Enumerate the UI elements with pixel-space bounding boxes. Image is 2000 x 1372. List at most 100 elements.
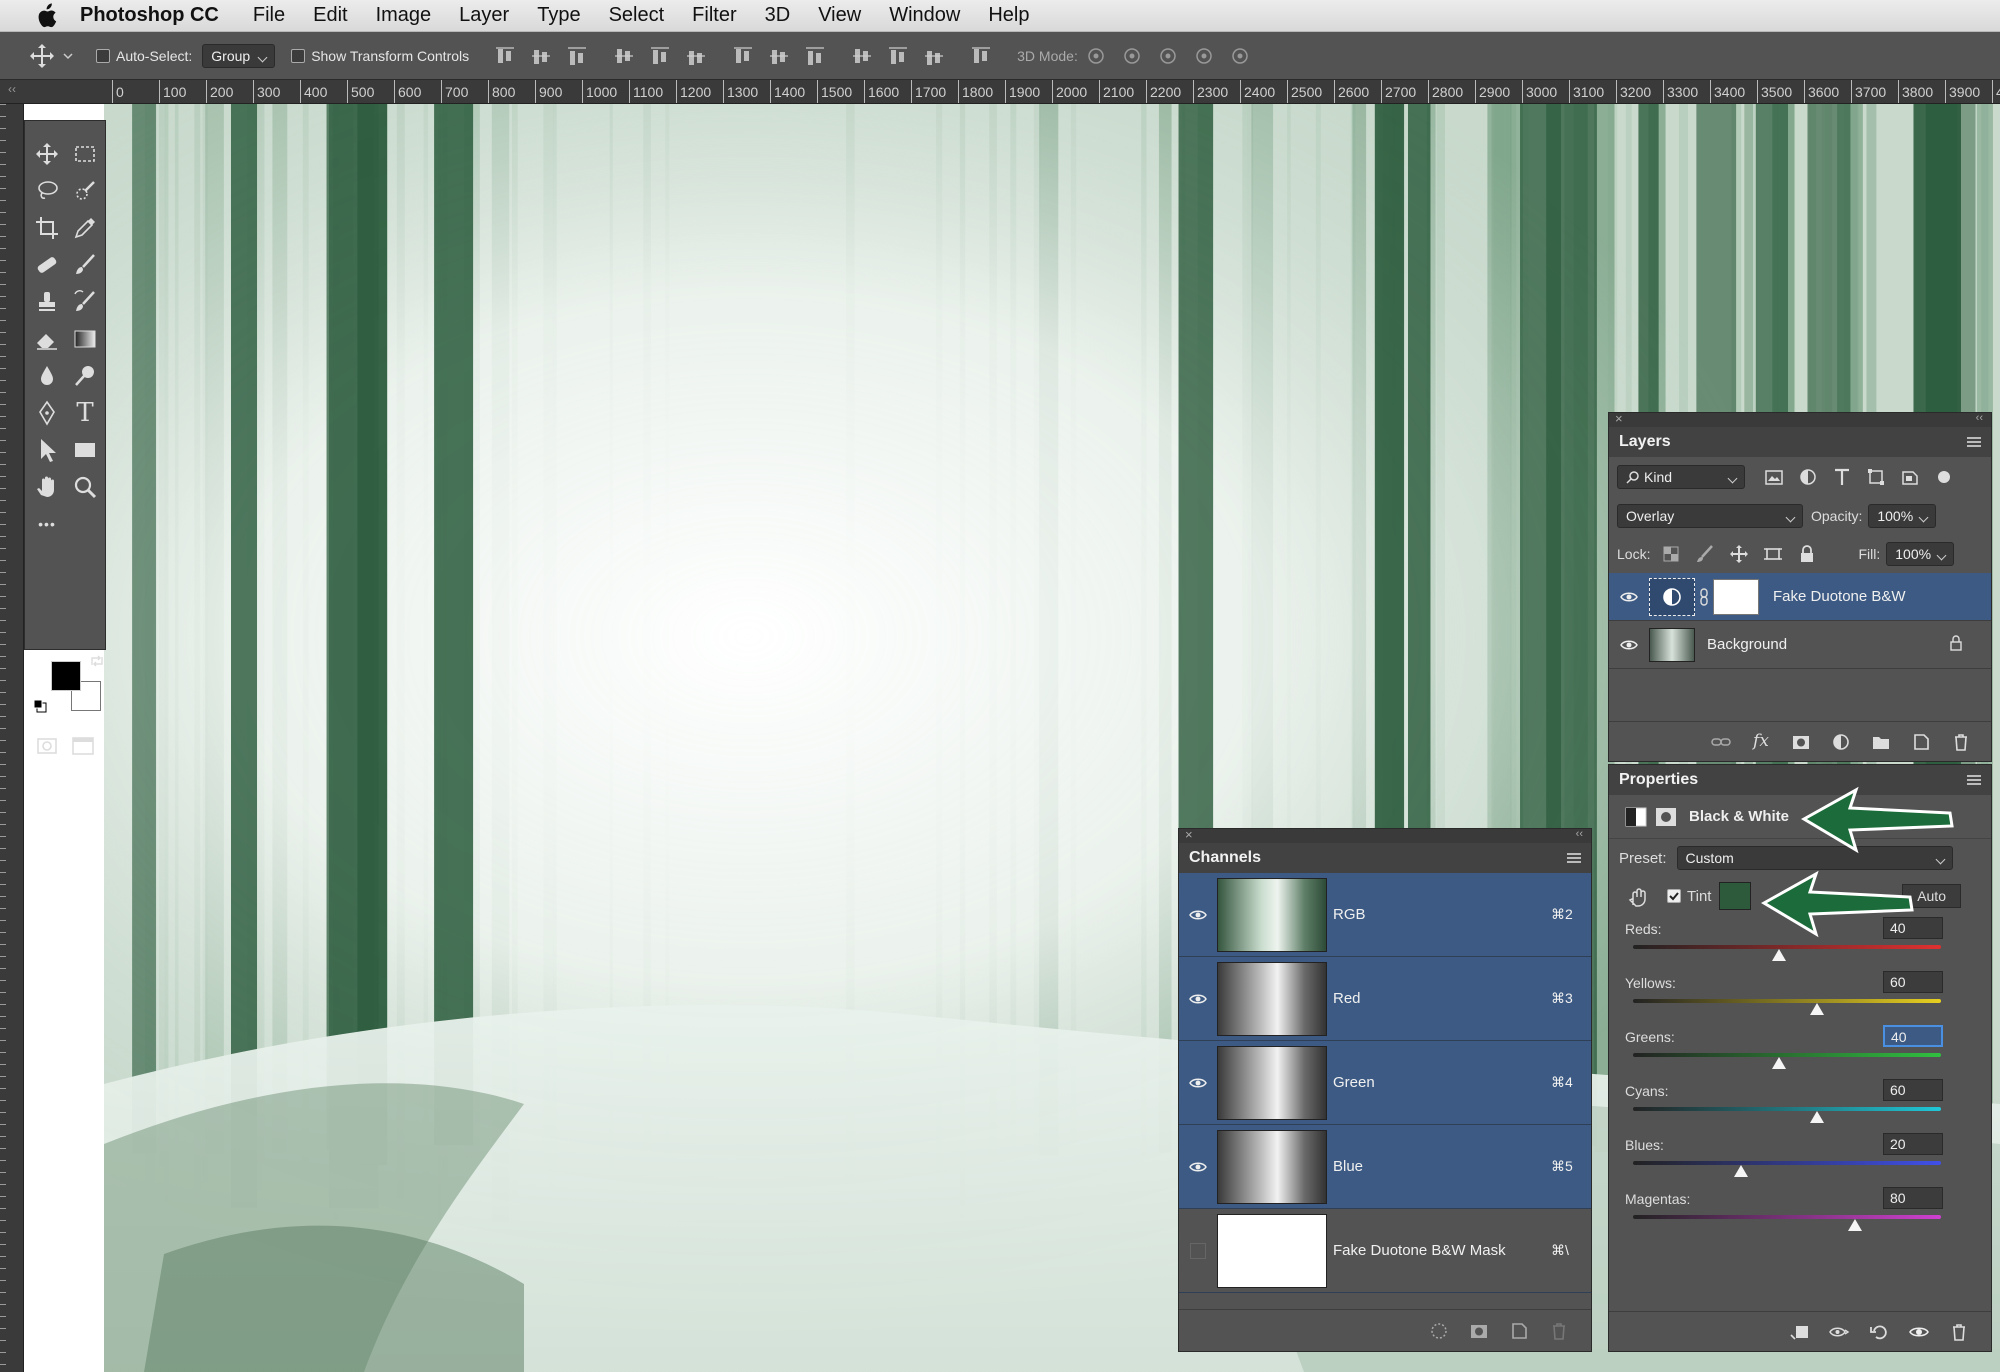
align-bottom-icon[interactable] xyxy=(566,45,588,67)
show-transform-checkbox[interactable] xyxy=(291,48,306,63)
lock-paint-icon[interactable] xyxy=(1694,543,1716,565)
visibility-eye-icon[interactable] xyxy=(1179,1161,1217,1173)
lasso-icon[interactable] xyxy=(29,174,65,208)
default-colors-icon[interactable] xyxy=(33,699,47,713)
slider-track[interactable] xyxy=(1633,999,1941,1003)
move-icon[interactable] xyxy=(29,137,65,171)
panel-menu-icon[interactable] xyxy=(1967,437,1981,447)
layer-row-fake-duotone[interactable]: Fake Duotone B&W xyxy=(1609,573,1991,621)
slider-thumb[interactable] xyxy=(1848,1219,1863,1231)
rectangle-icon[interactable] xyxy=(67,433,103,467)
slide-3d-icon[interactable] xyxy=(1193,45,1215,67)
slider-track[interactable] xyxy=(1633,945,1941,949)
scale-3d-icon[interactable] xyxy=(1229,45,1251,67)
distribute-left-icon[interactable] xyxy=(851,45,873,67)
visibility-eye-icon[interactable] xyxy=(1609,639,1649,651)
trash-icon[interactable] xyxy=(1950,731,1972,753)
filter-smart-object-icon[interactable] xyxy=(1899,466,1921,488)
menu-type[interactable]: Type xyxy=(523,4,594,27)
properties-tab[interactable]: Properties xyxy=(1619,771,1698,789)
visibility-box[interactable] xyxy=(1190,1242,1206,1259)
gradient-icon[interactable] xyxy=(67,322,103,356)
targeted-adjustment-icon[interactable] xyxy=(1625,884,1649,908)
align-hcenter-icon[interactable] xyxy=(649,45,671,67)
blend-mode-dropdown[interactable]: Overlay xyxy=(1617,504,1803,528)
trash-icon[interactable] xyxy=(1948,1321,1970,1343)
fill-field[interactable]: 100% xyxy=(1886,542,1955,566)
channel-row[interactable]: Blue ⌘5 xyxy=(1179,1125,1591,1209)
crop-icon[interactable] xyxy=(29,211,65,245)
channel-row[interactable]: Green ⌘4 xyxy=(1179,1041,1591,1125)
slider-track[interactable] xyxy=(1633,1053,1941,1057)
toggle-visibility-icon[interactable] xyxy=(1908,1321,1930,1343)
align-left-icon[interactable] xyxy=(613,45,635,67)
slider-value-field[interactable]: 60 xyxy=(1883,1079,1943,1101)
slider-thumb[interactable] xyxy=(1771,949,1786,961)
filter-toggle-icon[interactable] xyxy=(1933,466,1955,488)
app-name[interactable]: Photoshop CC xyxy=(74,4,239,27)
view-previous-icon[interactable] xyxy=(1828,1321,1850,1343)
layer-name[interactable]: Fake Duotone B&W xyxy=(1773,588,1906,605)
lock-position-icon[interactable] xyxy=(1728,543,1750,565)
distribute-hcenter-icon[interactable] xyxy=(887,45,909,67)
auto-align-icon[interactable] xyxy=(970,45,992,67)
visibility-eye-icon[interactable] xyxy=(1179,1077,1217,1089)
opacity-field[interactable]: 100% xyxy=(1868,504,1937,528)
stamp-icon[interactable] xyxy=(29,285,65,319)
filter-kind-dropdown[interactable]: Kind xyxy=(1617,465,1745,489)
visibility-eye-icon[interactable] xyxy=(1179,993,1217,1005)
brush-icon[interactable] xyxy=(67,248,103,282)
visibility-eye-icon[interactable] xyxy=(1179,1242,1217,1259)
slider-track[interactable] xyxy=(1633,1107,1941,1111)
save-selection-icon[interactable] xyxy=(1468,1320,1490,1342)
slider-value-field[interactable]: 80 xyxy=(1883,1187,1943,1209)
clip-to-layer-icon[interactable] xyxy=(1788,1321,1810,1343)
lock-all-icon[interactable] xyxy=(1796,543,1818,565)
eraser-icon[interactable] xyxy=(29,322,65,356)
channels-tab[interactable]: Channels xyxy=(1189,849,1261,867)
close-icon[interactable]: × xyxy=(1185,827,1193,842)
trash-icon[interactable] xyxy=(1548,1320,1570,1342)
menu-edit[interactable]: Edit xyxy=(299,4,361,27)
visibility-eye-icon[interactable] xyxy=(1609,591,1649,603)
filter-pixel-icon[interactable] xyxy=(1763,466,1785,488)
pen-icon[interactable] xyxy=(29,396,65,430)
swap-colors-icon[interactable] xyxy=(89,653,105,669)
blur-icon[interactable] xyxy=(29,359,65,393)
auto-select-dropdown[interactable]: Group xyxy=(202,43,276,68)
tint-color-swatch[interactable] xyxy=(1719,882,1752,910)
slider-thumb[interactable] xyxy=(1733,1165,1748,1177)
quick-select-icon[interactable] xyxy=(67,174,103,208)
dodge-icon[interactable] xyxy=(67,359,103,393)
new-channel-icon[interactable] xyxy=(1508,1320,1530,1342)
marquee-icon[interactable] xyxy=(67,137,103,171)
channel-row[interactable]: Fake Duotone B&W Mask ⌘\ xyxy=(1179,1209,1591,1293)
mask-icon[interactable] xyxy=(1655,807,1677,827)
reset-icon[interactable] xyxy=(1868,1321,1890,1343)
tint-checkbox[interactable] xyxy=(1667,889,1681,903)
menu-view[interactable]: View xyxy=(804,4,875,27)
layer-row-background[interactable]: Background xyxy=(1609,621,1991,669)
fx-icon[interactable]: fx xyxy=(1750,731,1772,753)
slider-value-field[interactable]: 20 xyxy=(1883,1133,1943,1155)
menu-layer[interactable]: Layer xyxy=(445,4,523,27)
layer-mask-thumbnail[interactable] xyxy=(1713,578,1759,615)
layer-name[interactable]: Background xyxy=(1707,636,1787,653)
menu-help[interactable]: Help xyxy=(974,4,1043,27)
panel-menu-icon[interactable] xyxy=(1567,853,1581,863)
menu-filter[interactable]: Filter xyxy=(678,4,750,27)
filter-shape-icon[interactable] xyxy=(1865,466,1887,488)
type-icon[interactable]: T xyxy=(67,396,103,430)
channel-row[interactable]: RGB ⌘2 xyxy=(1179,873,1591,957)
drag-3d-icon[interactable] xyxy=(1157,45,1179,67)
collapse-icon[interactable]: ‹‹ xyxy=(8,82,16,96)
menu-image[interactable]: Image xyxy=(362,4,446,27)
collapse-icon[interactable]: ‹‹ xyxy=(1976,412,1983,424)
lock-transparent-icon[interactable] xyxy=(1660,543,1682,565)
align-top-icon[interactable] xyxy=(494,45,516,67)
distribute-vcenter-icon[interactable] xyxy=(768,45,790,67)
healing-icon[interactable] xyxy=(29,248,65,282)
move-tool-preset[interactable] xyxy=(28,32,74,79)
zoom-icon[interactable] xyxy=(67,470,103,504)
more-icon[interactable]: ••• xyxy=(29,507,65,541)
